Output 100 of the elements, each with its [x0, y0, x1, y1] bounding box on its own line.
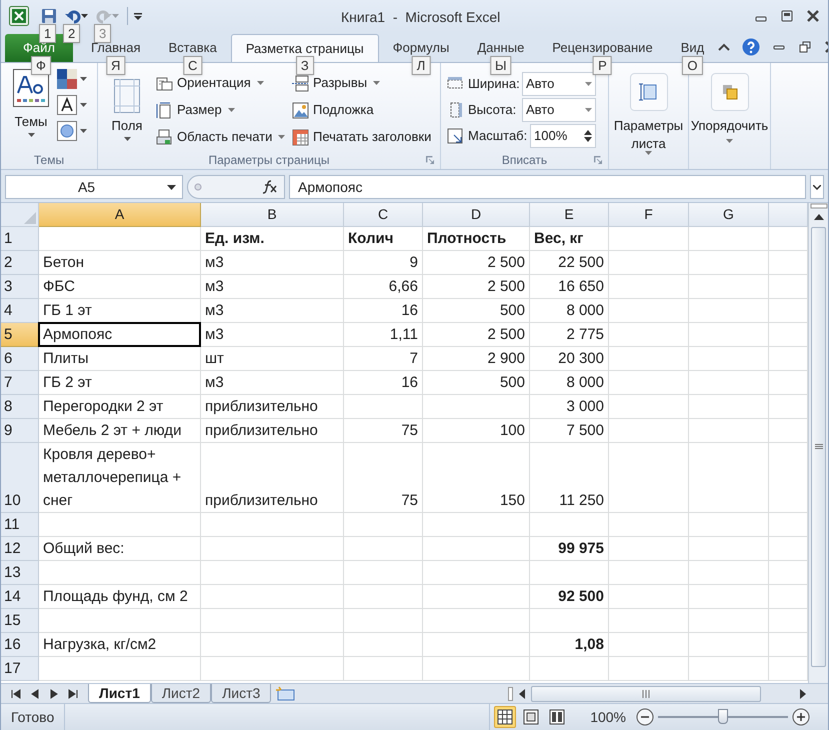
sheet-tab[interactable]: Лист3 — [211, 684, 272, 703]
theme-colors-button[interactable] — [57, 69, 87, 89]
vertical-scrollbar[interactable] — [808, 203, 828, 683]
row-header[interactable]: 5 — [1, 323, 39, 347]
column-header[interactable]: D — [423, 203, 530, 227]
row-header[interactable]: 1 — [1, 227, 39, 251]
table-cell: 2 500 — [423, 323, 530, 347]
undo-button[interactable] — [65, 8, 88, 24]
horizontal-scrollbar[interactable] — [508, 684, 808, 702]
table-cell: Нагрузка, кг/см2 — [39, 633, 201, 657]
spinner-arrows-icon — [584, 128, 592, 142]
caret-icon — [645, 151, 652, 155]
insert-sheet-icon[interactable] — [275, 686, 298, 702]
row-header[interactable]: 4 — [1, 299, 39, 323]
column-header[interactable]: A — [39, 203, 201, 227]
split-handle-icon[interactable] — [508, 686, 513, 700]
table-cell: ФБС — [39, 275, 201, 299]
scrollbar-thumb[interactable] — [531, 686, 761, 702]
row-header[interactable]: 2 — [1, 251, 39, 275]
first-sheet-icon[interactable] — [11, 688, 21, 698]
page-layout-view-icon — [522, 708, 540, 726]
theme-fonts-button[interactable] — [57, 95, 87, 115]
column-header[interactable]: E — [530, 203, 609, 227]
expand-formula-button[interactable] — [810, 175, 824, 199]
table-cell: 500 — [423, 299, 530, 323]
table-cell: Вес, кг — [530, 227, 609, 251]
caret-icon — [167, 184, 176, 190]
field-label: Ширина: — [468, 74, 521, 93]
row-header[interactable]: 8 — [1, 395, 39, 419]
column-header[interactable]: G — [689, 203, 769, 227]
scroll-left-icon[interactable] — [517, 688, 527, 700]
row-header[interactable]: 7 — [1, 371, 39, 395]
window-title: Книга1 - Microsoft Excel — [341, 8, 500, 27]
table-cell: м3 — [201, 251, 344, 275]
page-break-view-icon — [548, 708, 566, 726]
restore-icon[interactable] — [798, 40, 812, 54]
split-handle-icon[interactable] — [810, 203, 828, 209]
ribbon-command[interactable]: Подложка — [290, 98, 440, 122]
zoom-in-icon[interactable] — [792, 708, 810, 726]
row-header[interactable]: 13 — [1, 561, 39, 585]
last-sheet-icon[interactable] — [68, 688, 78, 698]
theme-fonts-icon — [57, 95, 77, 115]
ribbon-command[interactable]: Печатать заголовки — [290, 125, 440, 149]
column-header[interactable]: C — [344, 203, 423, 227]
ribbon-command[interactable]: Размер — [154, 98, 290, 122]
save-icon — [41, 8, 57, 24]
splitter-handle-icon[interactable] — [194, 183, 202, 191]
row-header[interactable]: 17 — [1, 657, 39, 681]
table-cell: 100 — [423, 419, 530, 443]
row-header[interactable]: 15 — [1, 609, 39, 633]
theme-effects-button[interactable] — [57, 121, 87, 141]
scroll-right-icon[interactable] — [798, 688, 808, 700]
row-header[interactable]: 14 — [1, 585, 39, 609]
name-box[interactable]: A5 — [5, 175, 183, 199]
row-header[interactable]: 9 — [1, 419, 39, 443]
ribbon-tab[interactable]: Разметка страницы — [230, 34, 379, 62]
table-cell: Перегородки 2 эт — [39, 395, 201, 419]
zoom-out-icon[interactable] — [636, 708, 654, 726]
table-cell: 16 650 — [530, 275, 609, 299]
key-tip: 2 — [63, 24, 80, 43]
caret-icon — [80, 103, 87, 107]
help-icon[interactable] — [742, 38, 760, 56]
insert-function-icon[interactable] — [262, 180, 278, 194]
maximize-icon[interactable] — [780, 9, 794, 23]
row-header[interactable]: 12 — [1, 537, 39, 561]
dropdown-field[interactable]: Авто — [522, 72, 596, 96]
row-header[interactable]: 3 — [1, 275, 39, 299]
spinner-field[interactable]: 100% — [530, 124, 596, 148]
row-header[interactable]: 10 — [1, 443, 39, 513]
table-cell: 2 500 — [423, 251, 530, 275]
dropdown-field[interactable]: Авто — [522, 98, 596, 122]
row-header[interactable]: 6 — [1, 347, 39, 371]
collapse-ribbon-icon[interactable] — [718, 43, 730, 51]
customize-toolbar-button[interactable] — [134, 12, 142, 20]
close-icon[interactable] — [806, 9, 820, 23]
sheet-tab[interactable]: Лист1 — [88, 684, 151, 703]
next-sheet-icon[interactable] — [49, 688, 59, 698]
orientation-icon — [156, 74, 173, 92]
row-header[interactable]: 11 — [1, 513, 39, 537]
table-cell: 1,11 — [344, 323, 423, 347]
zoom-slider-thumb[interactable] — [718, 709, 728, 724]
spreadsheet-app-icon[interactable] — [9, 6, 29, 26]
table-cell: Плотность — [423, 227, 530, 251]
dialog-launcher-icon[interactable] — [426, 156, 434, 164]
table-cell: 150 — [423, 443, 530, 513]
table-cell: м3 — [201, 371, 344, 395]
column-header[interactable]: F — [609, 203, 689, 227]
table-cell: 8 000 — [530, 299, 609, 323]
column-header[interactable]: B — [201, 203, 344, 227]
previous-sheet-icon[interactable] — [30, 688, 40, 698]
sheet-tab[interactable]: Лист2 — [150, 684, 212, 703]
save-button[interactable] — [41, 8, 57, 24]
row-header[interactable]: 16 — [1, 633, 39, 657]
scrollbar-thumb[interactable] — [811, 227, 826, 667]
dialog-launcher-icon[interactable] — [594, 156, 602, 164]
table-cell: Площадь фунд, см 2 — [39, 585, 201, 609]
ribbon-command[interactable]: Область печати — [154, 125, 290, 149]
view-button[interactable] — [494, 706, 516, 728]
formula-field[interactable]: Армопояс — [289, 175, 806, 199]
table-cell: приблизительно — [201, 419, 344, 443]
